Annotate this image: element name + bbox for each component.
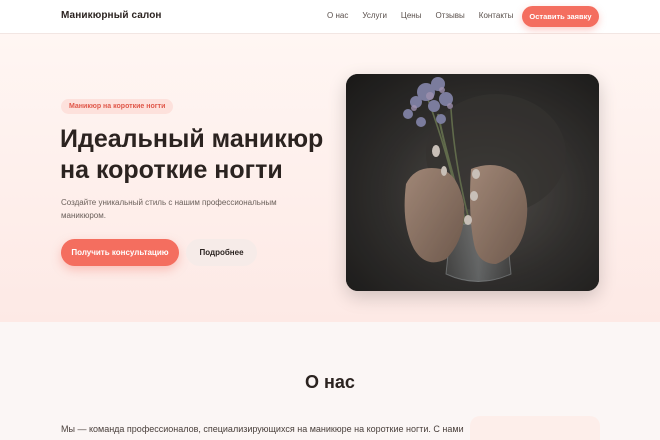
hero-title-line2: на короткие ногти [60,156,283,184]
about-card [470,416,600,440]
nav-link-contacts[interactable]: Контакты [479,11,514,20]
logo[interactable]: Маникюрный салон [61,10,162,21]
consultation-button[interactable]: Получить консультацию [61,239,179,266]
hands-with-flowers-illustration [346,74,599,291]
hero-badge: Маникюр на короткие ногти [61,99,174,114]
hero-title-line1: Идеальный маникюр [60,125,324,153]
nav-link-prices[interactable]: Цены [401,11,422,20]
request-button[interactable]: Оставить заявку [522,6,599,27]
nav-link-services[interactable]: Услуги [362,11,387,20]
nav-link-about[interactable]: О нас [327,11,348,20]
more-button[interactable]: Подробнее [186,239,257,266]
hero-image [346,74,599,291]
about-text: Мы — команда профессионалов, специализир… [61,424,464,434]
main-nav: О нас Услуги Цены Отзывы Контакты [327,11,527,20]
hero-description: Создайте уникальный стиль с нашим профес… [61,198,277,220]
nav-link-reviews[interactable]: Отзывы [435,11,464,20]
site-header: Маникюрный салон О нас Услуги Цены Отзыв… [0,0,660,34]
about-title: О нас [305,372,355,392]
hero-title: Идеальный маникюр на короткие ногти [60,124,340,186]
